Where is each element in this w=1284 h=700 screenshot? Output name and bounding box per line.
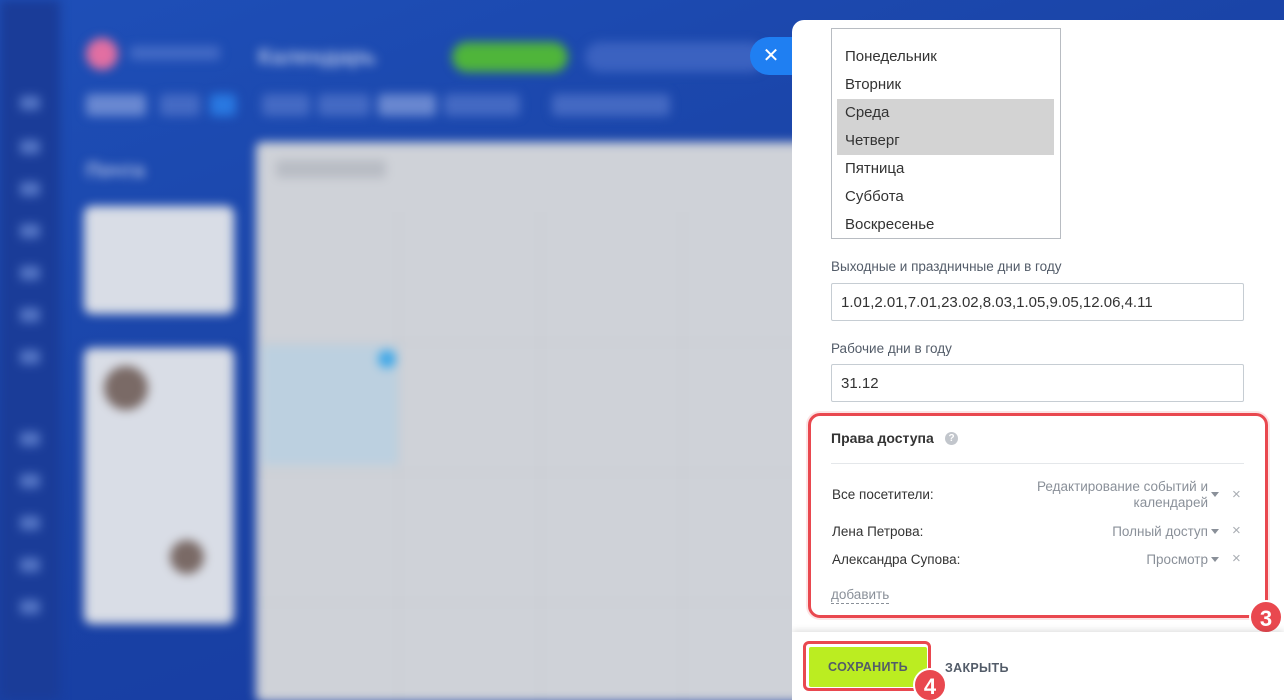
close-panel-button[interactable]: ✕: [750, 37, 792, 75]
left-rail: [0, 0, 60, 700]
background-page-title: Календарь: [258, 44, 377, 69]
close-button[interactable]: ЗАКРЫТЬ: [945, 661, 1009, 675]
access-highlight-annotation: [808, 413, 1268, 618]
close-icon: ✕: [762, 45, 780, 67]
background-create-button: [452, 42, 568, 72]
weekday-option[interactable]: Пятница: [837, 155, 1054, 183]
workdays-input[interactable]: 31.12: [831, 364, 1244, 402]
weekday-option-selected[interactable]: Четверг: [837, 127, 1054, 155]
weekday-option[interactable]: Воскресенье: [837, 211, 1054, 239]
weekday-multiselect[interactable]: Понедельник Вторник Среда Четверг Пятниц…: [831, 28, 1061, 239]
workdays-label: Рабочие дни в году: [831, 341, 952, 356]
panel-footer: СОХРАНИТЬ ЗАКРЫТЬ 4: [792, 632, 1284, 700]
weekday-option-selected[interactable]: Среда: [837, 99, 1054, 127]
background-search: [585, 42, 765, 72]
save-button[interactable]: СОХРАНИТЬ: [809, 647, 927, 687]
calendar-settings-panel: Понедельник Вторник Среда Четверг Пятниц…: [792, 20, 1284, 700]
weekday-option[interactable]: Понедельник: [837, 43, 1054, 71]
holidays-label: Выходные и праздничные дни в году: [831, 259, 1062, 274]
weekday-option[interactable]: Суббота: [837, 183, 1054, 211]
step-badge-3: 3: [1249, 600, 1283, 634]
logo-icon: [86, 38, 118, 70]
background-left-title: Почта: [86, 160, 145, 182]
holidays-input[interactable]: 1.01,2.01,7.01,23.02,8.03,1.05,9.05,12.0…: [831, 283, 1244, 321]
weekday-option[interactable]: Вторник: [837, 71, 1054, 99]
step-badge-4: 4: [913, 668, 947, 700]
